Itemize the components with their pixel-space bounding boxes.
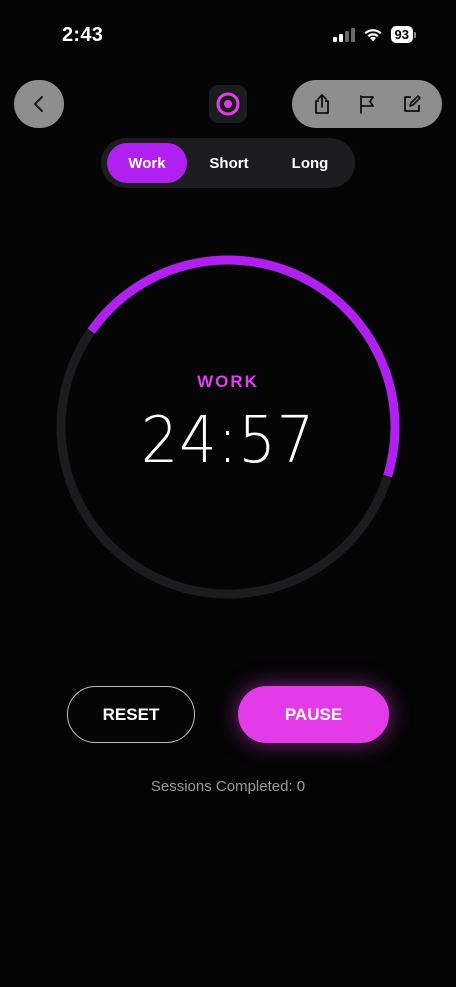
battery-level: 93 bbox=[390, 26, 413, 43]
pause-button[interactable]: PAUSE bbox=[238, 686, 389, 743]
sessions-completed: Sessions Completed: 0 bbox=[150, 778, 306, 795]
flag-button[interactable] bbox=[350, 87, 384, 121]
chevron-left-icon bbox=[34, 96, 43, 112]
signal-icon bbox=[332, 27, 355, 42]
status-time: 2:43 bbox=[62, 24, 104, 46]
tab-long[interactable]: Long bbox=[271, 143, 349, 183]
tab-work[interactable]: Work bbox=[107, 143, 187, 183]
tab-short[interactable]: Short bbox=[187, 143, 271, 183]
status-bar: 2:43 93 bbox=[0, 0, 456, 70]
target-icon bbox=[216, 92, 240, 116]
battery-icon: 93 bbox=[390, 26, 416, 43]
status-icons: 93 bbox=[332, 26, 416, 43]
reset-button[interactable]: RESET bbox=[67, 686, 195, 743]
flag-icon bbox=[360, 95, 374, 114]
action-group bbox=[292, 80, 442, 128]
edit-button[interactable] bbox=[395, 87, 429, 121]
wifi-icon bbox=[364, 29, 382, 42]
timer-mode-label: WORK bbox=[197, 372, 259, 391]
battery-cap bbox=[414, 31, 416, 38]
timer-display: 24:57 bbox=[140, 404, 316, 478]
share-button[interactable] bbox=[305, 87, 339, 121]
edit-icon bbox=[403, 95, 421, 112]
mode-tabs: Work Short Long bbox=[101, 138, 355, 188]
app-logo bbox=[209, 85, 247, 123]
back-button[interactable] bbox=[14, 80, 64, 128]
share-icon bbox=[315, 94, 330, 114]
